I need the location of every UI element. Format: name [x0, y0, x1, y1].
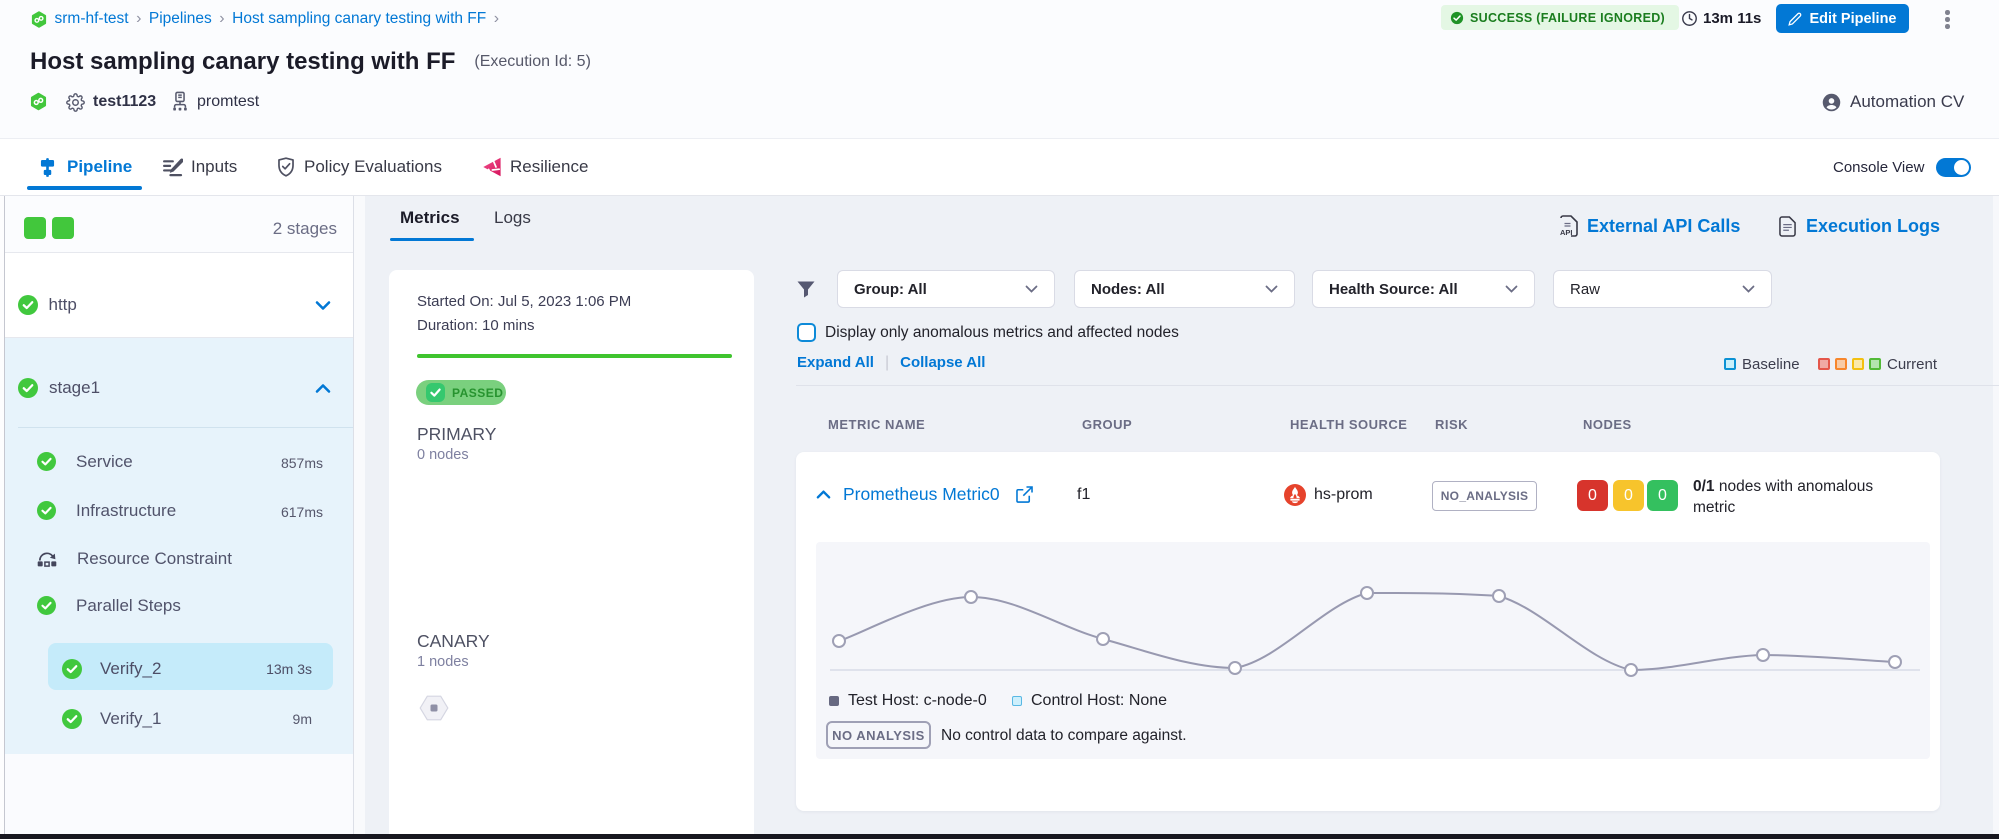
svg-text:API: API	[1560, 228, 1573, 237]
